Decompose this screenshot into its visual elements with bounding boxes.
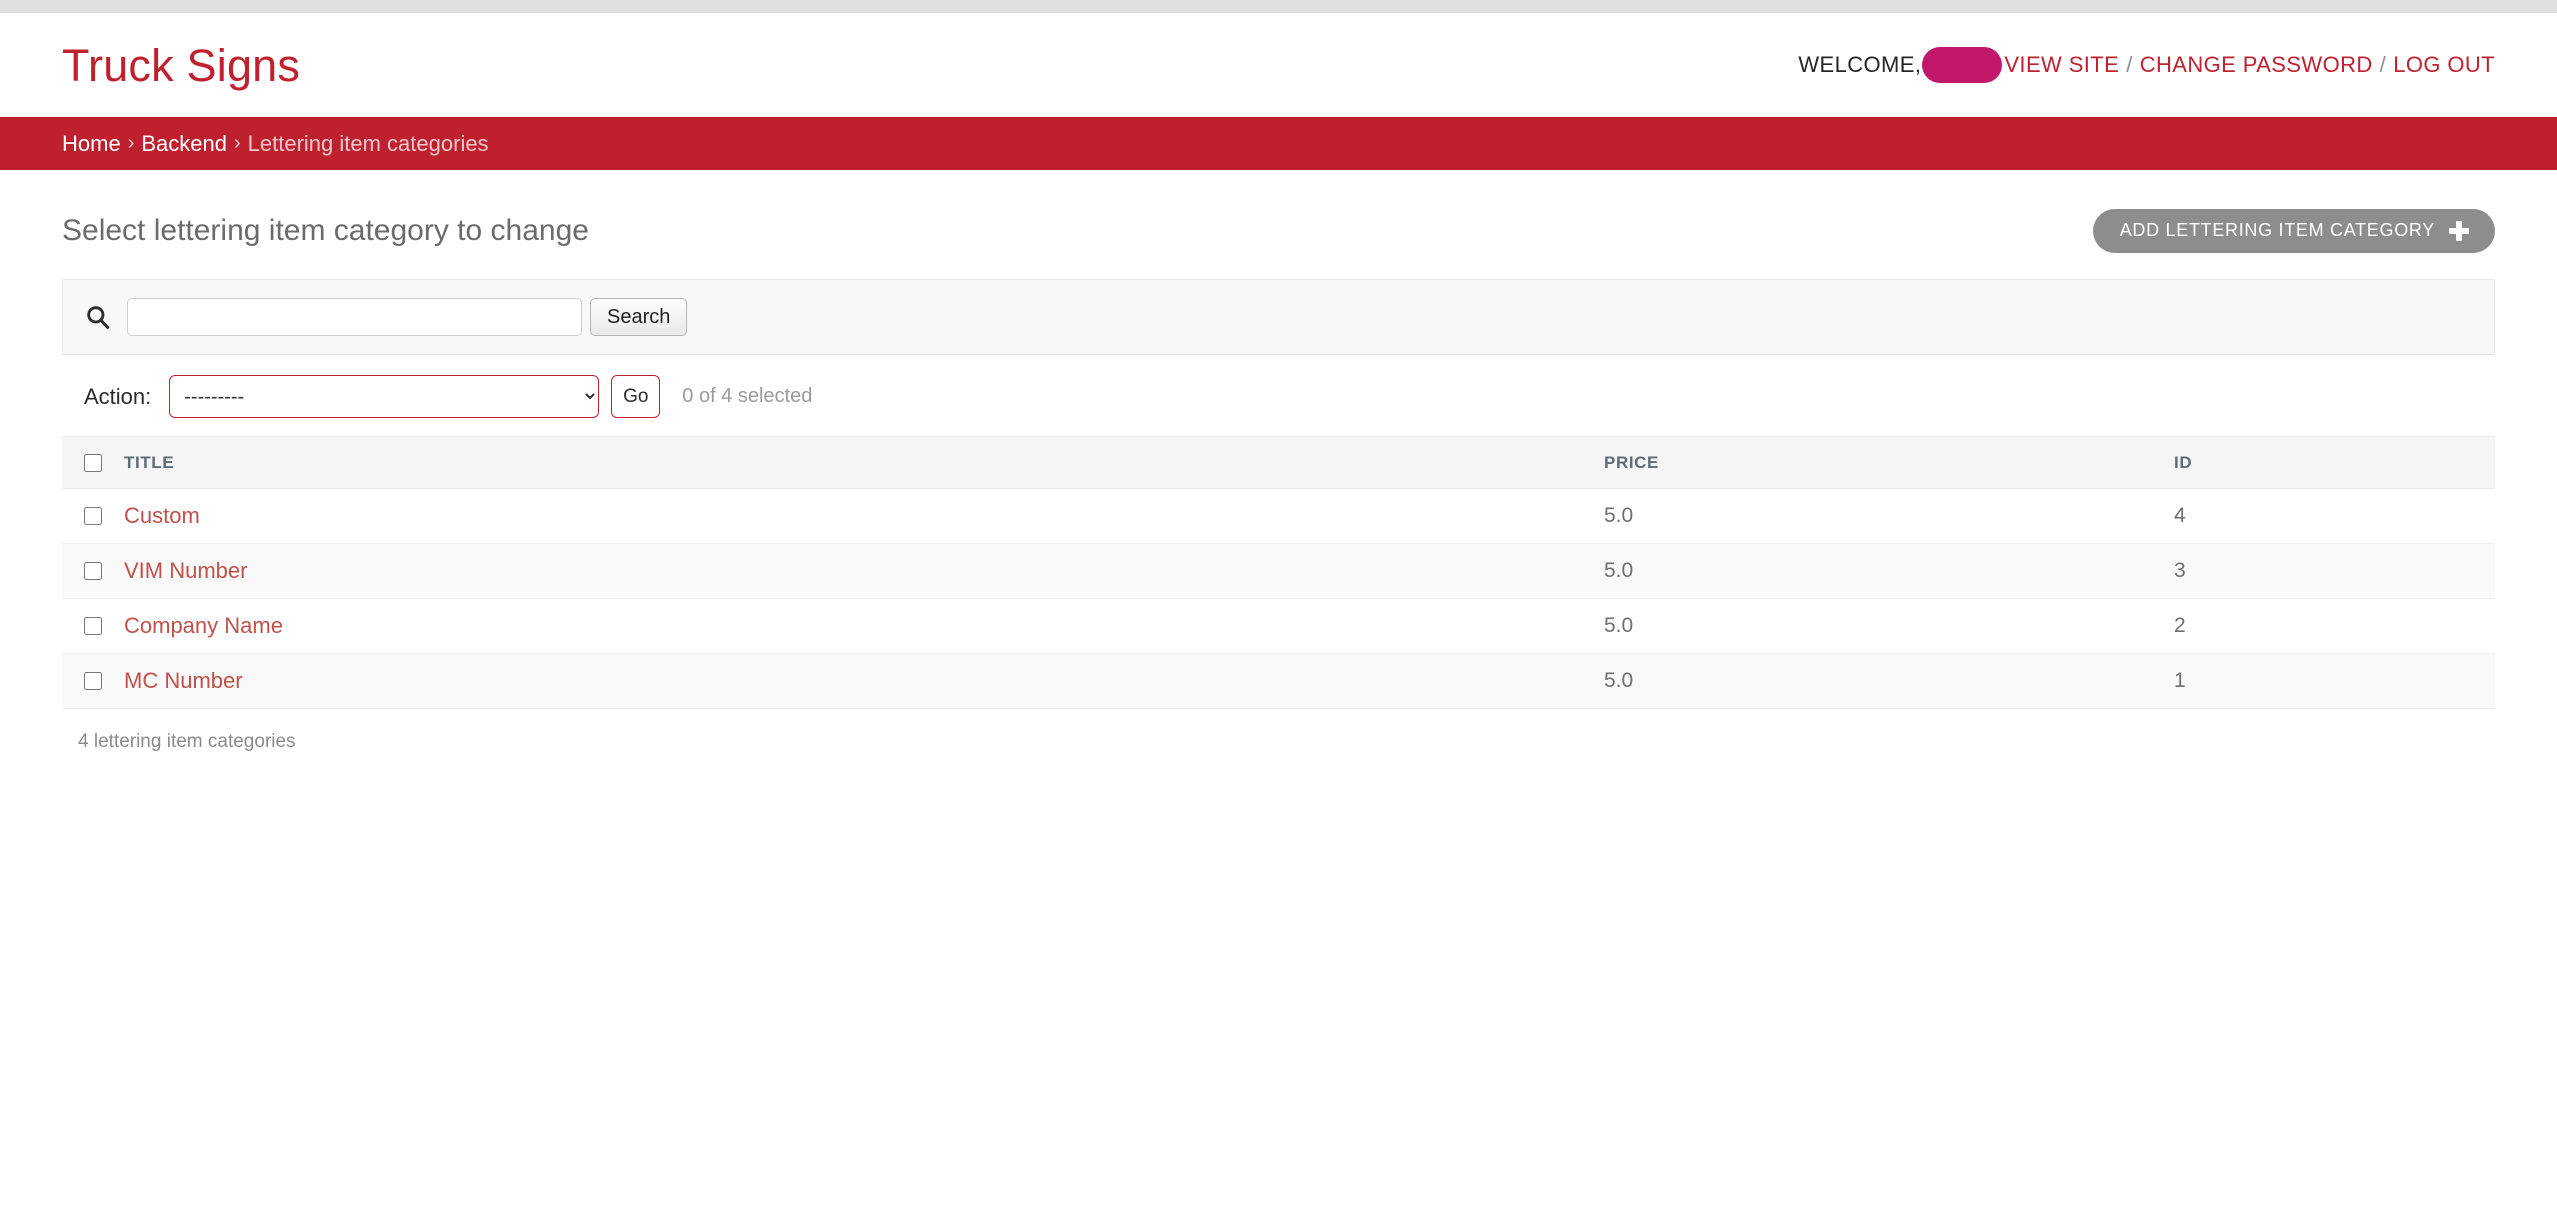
select-all-header (62, 436, 114, 489)
breadcrumb-separator-2: › (233, 132, 241, 154)
action-select[interactable]: --------- Delete selected lettering item… (169, 375, 600, 418)
column-header-price-label: PRICE (1604, 452, 1659, 472)
action-label: Action: (84, 383, 152, 409)
go-button[interactable]: Go (611, 375, 661, 418)
top-strip (0, 0, 2557, 13)
welcome-label: WELCOME, (1798, 52, 1922, 77)
breadcrumb-separator-1: › (127, 132, 135, 154)
results-table: TITLE PRICE ID Custom 5.0 4 VIM Number 5… (62, 436, 2495, 709)
row-checkbox[interactable] (84, 670, 102, 693)
row-checkbox[interactable] (84, 615, 102, 638)
column-header-id-label: ID (2174, 452, 2193, 472)
row-title-cell: Company Name (114, 598, 1594, 654)
row-select-cell (62, 543, 114, 599)
user-tools: WELCOME, VIEW SITE / CHANGE PASSWORD / L… (1798, 47, 2495, 83)
row-price-cell: 5.0 (1594, 598, 2164, 654)
results-table-body: Custom 5.0 4 VIM Number 5.0 3 Company Na… (62, 488, 2495, 709)
row-id-cell: 3 (2164, 543, 2495, 599)
column-header-title-label: TITLE (124, 452, 175, 472)
select-all-checkbox[interactable] (84, 451, 102, 474)
row-id-cell: 4 (2164, 488, 2495, 544)
row-select-cell (62, 488, 114, 544)
search-icon (87, 306, 110, 329)
row-title-cell: MC Number (114, 653, 1594, 709)
row-title-link[interactable]: Custom (124, 503, 200, 528)
table-row[interactable]: Company Name 5.0 2 (62, 598, 2495, 654)
change-password-link[interactable]: CHANGE PASSWORD (2140, 52, 2373, 78)
breadcrumb-item-home[interactable]: Home (62, 131, 121, 157)
view-site-link[interactable]: VIEW SITE (2004, 52, 2119, 78)
user-tools-separator-1: / (2126, 52, 2133, 77)
breadcrumb-item-current: Lettering item categories (247, 130, 489, 156)
table-row[interactable]: VIM Number 5.0 3 (62, 543, 2495, 599)
site-brand-title: Truck Signs (62, 39, 301, 91)
breadcrumb-item-backend[interactable]: Backend (141, 131, 227, 157)
site-header: Truck Signs WELCOME, VIEW SITE / CHANGE … (0, 13, 2557, 117)
row-price-cell: 5.0 (1594, 488, 2164, 544)
content-area: Select lettering item category to change… (0, 170, 2557, 753)
row-price-cell: 5.0 (1594, 543, 2164, 599)
breadcrumb: Home › Backend › Lettering item categori… (0, 117, 2557, 170)
row-checkbox[interactable] (84, 505, 102, 528)
log-out-link[interactable]: LOG OUT (2393, 52, 2495, 78)
row-title-cell: VIM Number (114, 543, 1594, 599)
row-checkbox[interactable] (84, 560, 102, 583)
actions-bar: Action: --------- Delete selected letter… (62, 355, 2495, 436)
row-title-link[interactable]: Company Name (124, 613, 283, 638)
row-id-cell: 2 (2164, 598, 2495, 654)
row-title-link[interactable]: VIM Number (124, 558, 247, 583)
row-select-cell (62, 598, 114, 654)
table-header-row: TITLE PRICE ID (62, 436, 2495, 489)
result-count: 4 lettering item categories (78, 731, 296, 752)
title-row: Select lettering item category to change… (62, 170, 2495, 279)
selection-counter: 0 of 4 selected (682, 385, 813, 407)
row-title-link[interactable]: MC Number (124, 668, 243, 693)
column-header-title: TITLE (114, 436, 1594, 489)
add-lettering-item-category-button[interactable]: ADD LETTERING ITEM CATEGORY (2092, 209, 2495, 253)
plus-icon (2449, 220, 2469, 241)
table-row[interactable]: Custom 5.0 4 (62, 488, 2495, 544)
table-row[interactable]: MC Number 5.0 1 (62, 653, 2495, 709)
redacted-username (1922, 47, 2003, 83)
add-button-label: ADD LETTERING ITEM CATEGORY (2119, 220, 2435, 240)
user-tools-separator-2: / (2379, 52, 2387, 77)
results-table-head: TITLE PRICE ID (62, 436, 2495, 489)
row-select-cell (62, 653, 114, 709)
search-button[interactable]: Search (590, 298, 688, 336)
column-header-price: PRICE (1594, 436, 2164, 489)
row-id-cell: 1 (2164, 653, 2495, 709)
row-title-cell: Custom (114, 488, 1594, 544)
page-title: Select lettering item category to change (62, 214, 589, 247)
row-price-cell: 5.0 (1594, 653, 2164, 709)
column-header-id: ID (2164, 436, 2495, 489)
search-toolbar: Search (62, 279, 2495, 355)
search-input[interactable] (127, 298, 582, 336)
